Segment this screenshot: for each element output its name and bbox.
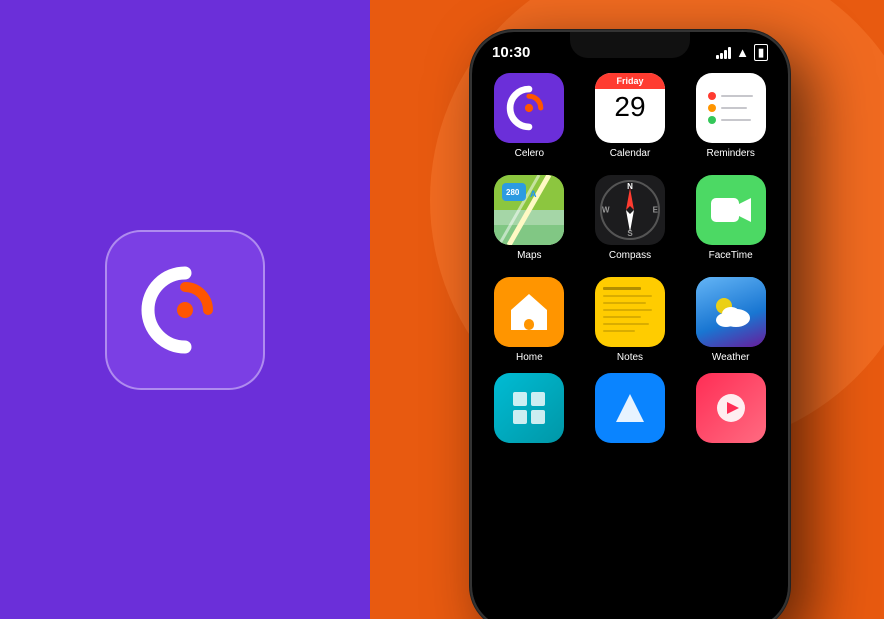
app-icon-dock-3	[696, 373, 766, 443]
app-icon-dock-1	[494, 373, 564, 443]
svg-text:A: A	[530, 189, 537, 199]
weather-display	[696, 277, 766, 347]
right-panel: 10:30 ▲ ▮	[370, 0, 884, 619]
app-item-home[interactable]: Home	[486, 277, 573, 363]
app-icon-calendar: Friday 29	[595, 73, 665, 143]
signal-icon	[716, 47, 731, 59]
app-grid-row2: 280 A Maps N	[472, 167, 788, 269]
app-icon-maps: 280 A	[494, 175, 564, 245]
app-item-compass[interactable]: N S E W	[587, 175, 674, 261]
app-icon-dock-2	[595, 373, 665, 443]
app-label-reminders: Reminders	[706, 148, 754, 159]
dock-row	[472, 371, 788, 445]
app-grid-row3: Home	[472, 269, 788, 371]
phone-body: 10:30 ▲ ▮	[470, 30, 790, 619]
app-label-weather: Weather	[712, 352, 750, 363]
phone-screen: 10:30 ▲ ▮	[472, 32, 788, 619]
app-item-dock-3[interactable]	[687, 373, 774, 443]
app-icon-compass: N S E W	[595, 175, 665, 245]
reminder-row-3	[708, 116, 751, 124]
calendar-date: 29	[614, 93, 645, 121]
app-label-facetime: FaceTime	[709, 250, 753, 261]
left-panel	[0, 0, 370, 619]
app-icon-notes	[595, 277, 665, 347]
battery-icon: ▮	[754, 44, 768, 61]
app-item-notes[interactable]: Notes	[587, 277, 674, 363]
app-icon-weather	[696, 277, 766, 347]
svg-text:280: 280	[506, 188, 520, 197]
reminder-row-1	[708, 92, 753, 100]
app-icon-celero	[494, 73, 564, 143]
app-icon-home	[494, 277, 564, 347]
app-item-dock-2[interactable]	[587, 373, 674, 443]
phone-notch	[570, 32, 690, 58]
app-item-maps[interactable]: 280 A Maps	[486, 175, 573, 261]
reminder-dots	[700, 84, 761, 132]
phone-mockup: 10:30 ▲ ▮	[470, 30, 810, 619]
status-time: 10:30	[492, 44, 530, 61]
status-icons: ▲ ▮	[716, 44, 768, 61]
app-grid-row1: Celero Friday 29 Calendar	[472, 65, 788, 167]
app-label-notes: Notes	[617, 352, 643, 363]
app-label-maps: Maps	[517, 250, 541, 261]
calendar-day: Friday	[595, 73, 665, 89]
celero-logo	[135, 260, 235, 360]
app-icon-reminders	[696, 73, 766, 143]
app-icon-facetime	[696, 175, 766, 245]
compass-rose: N S E W	[600, 180, 660, 240]
app-label-celero: Celero	[515, 148, 544, 159]
reminder-row-2	[708, 104, 747, 112]
app-label-compass: Compass	[609, 250, 651, 261]
app-label-calendar: Calendar	[610, 148, 651, 159]
celero-app-icon-frame	[105, 230, 265, 390]
app-item-reminders[interactable]: Reminders	[687, 73, 774, 159]
app-item-calendar[interactable]: Friday 29 Calendar	[587, 73, 674, 159]
notes-lines	[595, 277, 665, 347]
app-item-celero[interactable]: Celero	[486, 73, 573, 159]
app-item-facetime[interactable]: FaceTime	[687, 175, 774, 261]
app-item-weather[interactable]: Weather	[687, 277, 774, 363]
wifi-icon: ▲	[736, 45, 749, 60]
app-item-dock-1[interactable]	[486, 373, 573, 443]
app-label-home: Home	[516, 352, 543, 363]
